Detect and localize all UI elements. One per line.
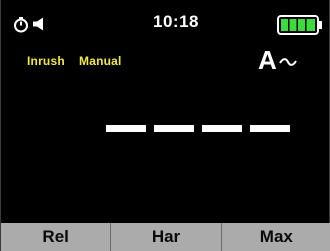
reading-dash [250, 125, 290, 132]
meter-screen: 10:18 Inrush Manual A Rel Har Max [0, 0, 330, 251]
har-softkey[interactable]: Har [111, 223, 222, 251]
mode-inrush-label: Inrush [27, 54, 65, 68]
clock: 10:18 [153, 12, 199, 31]
softkey-bar: Rel Har Max [1, 223, 330, 251]
status-bar: 10:18 [1, 0, 330, 40]
unit-symbol: A [258, 45, 277, 75]
reading-dash [154, 125, 194, 132]
battery-icon [277, 15, 322, 35]
reading-dash [202, 125, 242, 132]
reading-dash [106, 125, 146, 132]
ac-wave-icon [279, 58, 297, 66]
timer-icon [14, 17, 28, 33]
mode-manual-label: Manual [79, 54, 122, 68]
max-softkey[interactable]: Max [222, 223, 330, 251]
speaker-icon [33, 17, 43, 31]
rel-softkey[interactable]: Rel [1, 223, 112, 251]
